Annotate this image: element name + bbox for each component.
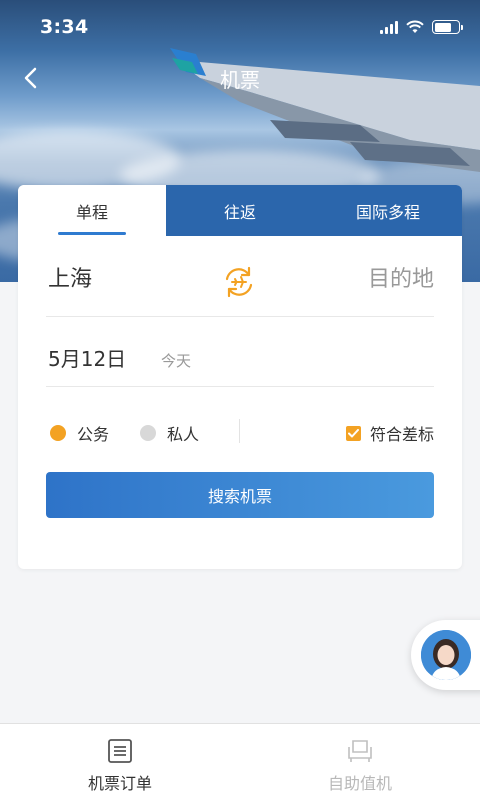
list-icon (108, 739, 132, 763)
battery-icon (432, 20, 463, 34)
search-flights-button[interactable]: 搜索机票 (46, 472, 434, 518)
trip-type-row: 公务 私人 符合差标 (46, 413, 434, 449)
bottom-nav: 机票订单 自助值机 (0, 723, 480, 800)
route-row: 上海 目的地 (46, 237, 434, 317)
assistant-bubble[interactable] (411, 620, 480, 690)
bottom-nav-label: 自助值机 (327, 774, 392, 793)
cellular-signal-icon (380, 20, 398, 34)
departure-date: 5月12日 (48, 347, 127, 371)
destination-city[interactable]: 目的地 (368, 261, 434, 293)
swap-cities-icon[interactable] (222, 265, 256, 299)
assistant-avatar (421, 630, 471, 680)
radio-label: 私人 (167, 425, 200, 444)
trip-tabs: 单程 往返 国际多程 (18, 185, 462, 236)
flight-search-card: 单程 往返 国际多程 上海 目的地 5月12日 今天 公务 私人 符合差标 搜索… (18, 185, 462, 569)
radio-dot-unselected (140, 425, 156, 441)
bottom-nav-orders[interactable]: 机票订单 (0, 724, 240, 800)
radio-business[interactable]: 公务 (50, 421, 109, 445)
seat-icon (348, 740, 372, 762)
tab-round-trip[interactable]: 往返 (166, 185, 314, 236)
date-relative-label: 今天 (161, 352, 192, 370)
nav-bar: 机票 (0, 56, 480, 100)
radio-personal[interactable]: 私人 (140, 421, 199, 445)
bottom-nav-label: 机票订单 (87, 774, 152, 793)
date-row[interactable]: 5月12日 今天 (46, 317, 434, 387)
policy-checkbox[interactable]: 符合差标 (345, 421, 434, 445)
divider (239, 419, 240, 443)
checkbox-checked-icon (345, 425, 361, 441)
radio-dot-selected (50, 425, 66, 441)
checkbox-label: 符合差标 (369, 425, 434, 444)
tab-one-way[interactable]: 单程 (18, 185, 166, 236)
wifi-icon (406, 20, 424, 33)
radio-label: 公务 (77, 425, 110, 444)
status-bar: 3:34 (0, 0, 480, 56)
status-time: 3:34 (40, 16, 89, 38)
page-title: 机票 (220, 68, 260, 92)
tab-multi-city[interactable]: 国际多程 (314, 185, 462, 236)
bottom-nav-checkin[interactable]: 自助值机 (240, 724, 480, 800)
departure-city[interactable]: 上海 (48, 261, 92, 293)
